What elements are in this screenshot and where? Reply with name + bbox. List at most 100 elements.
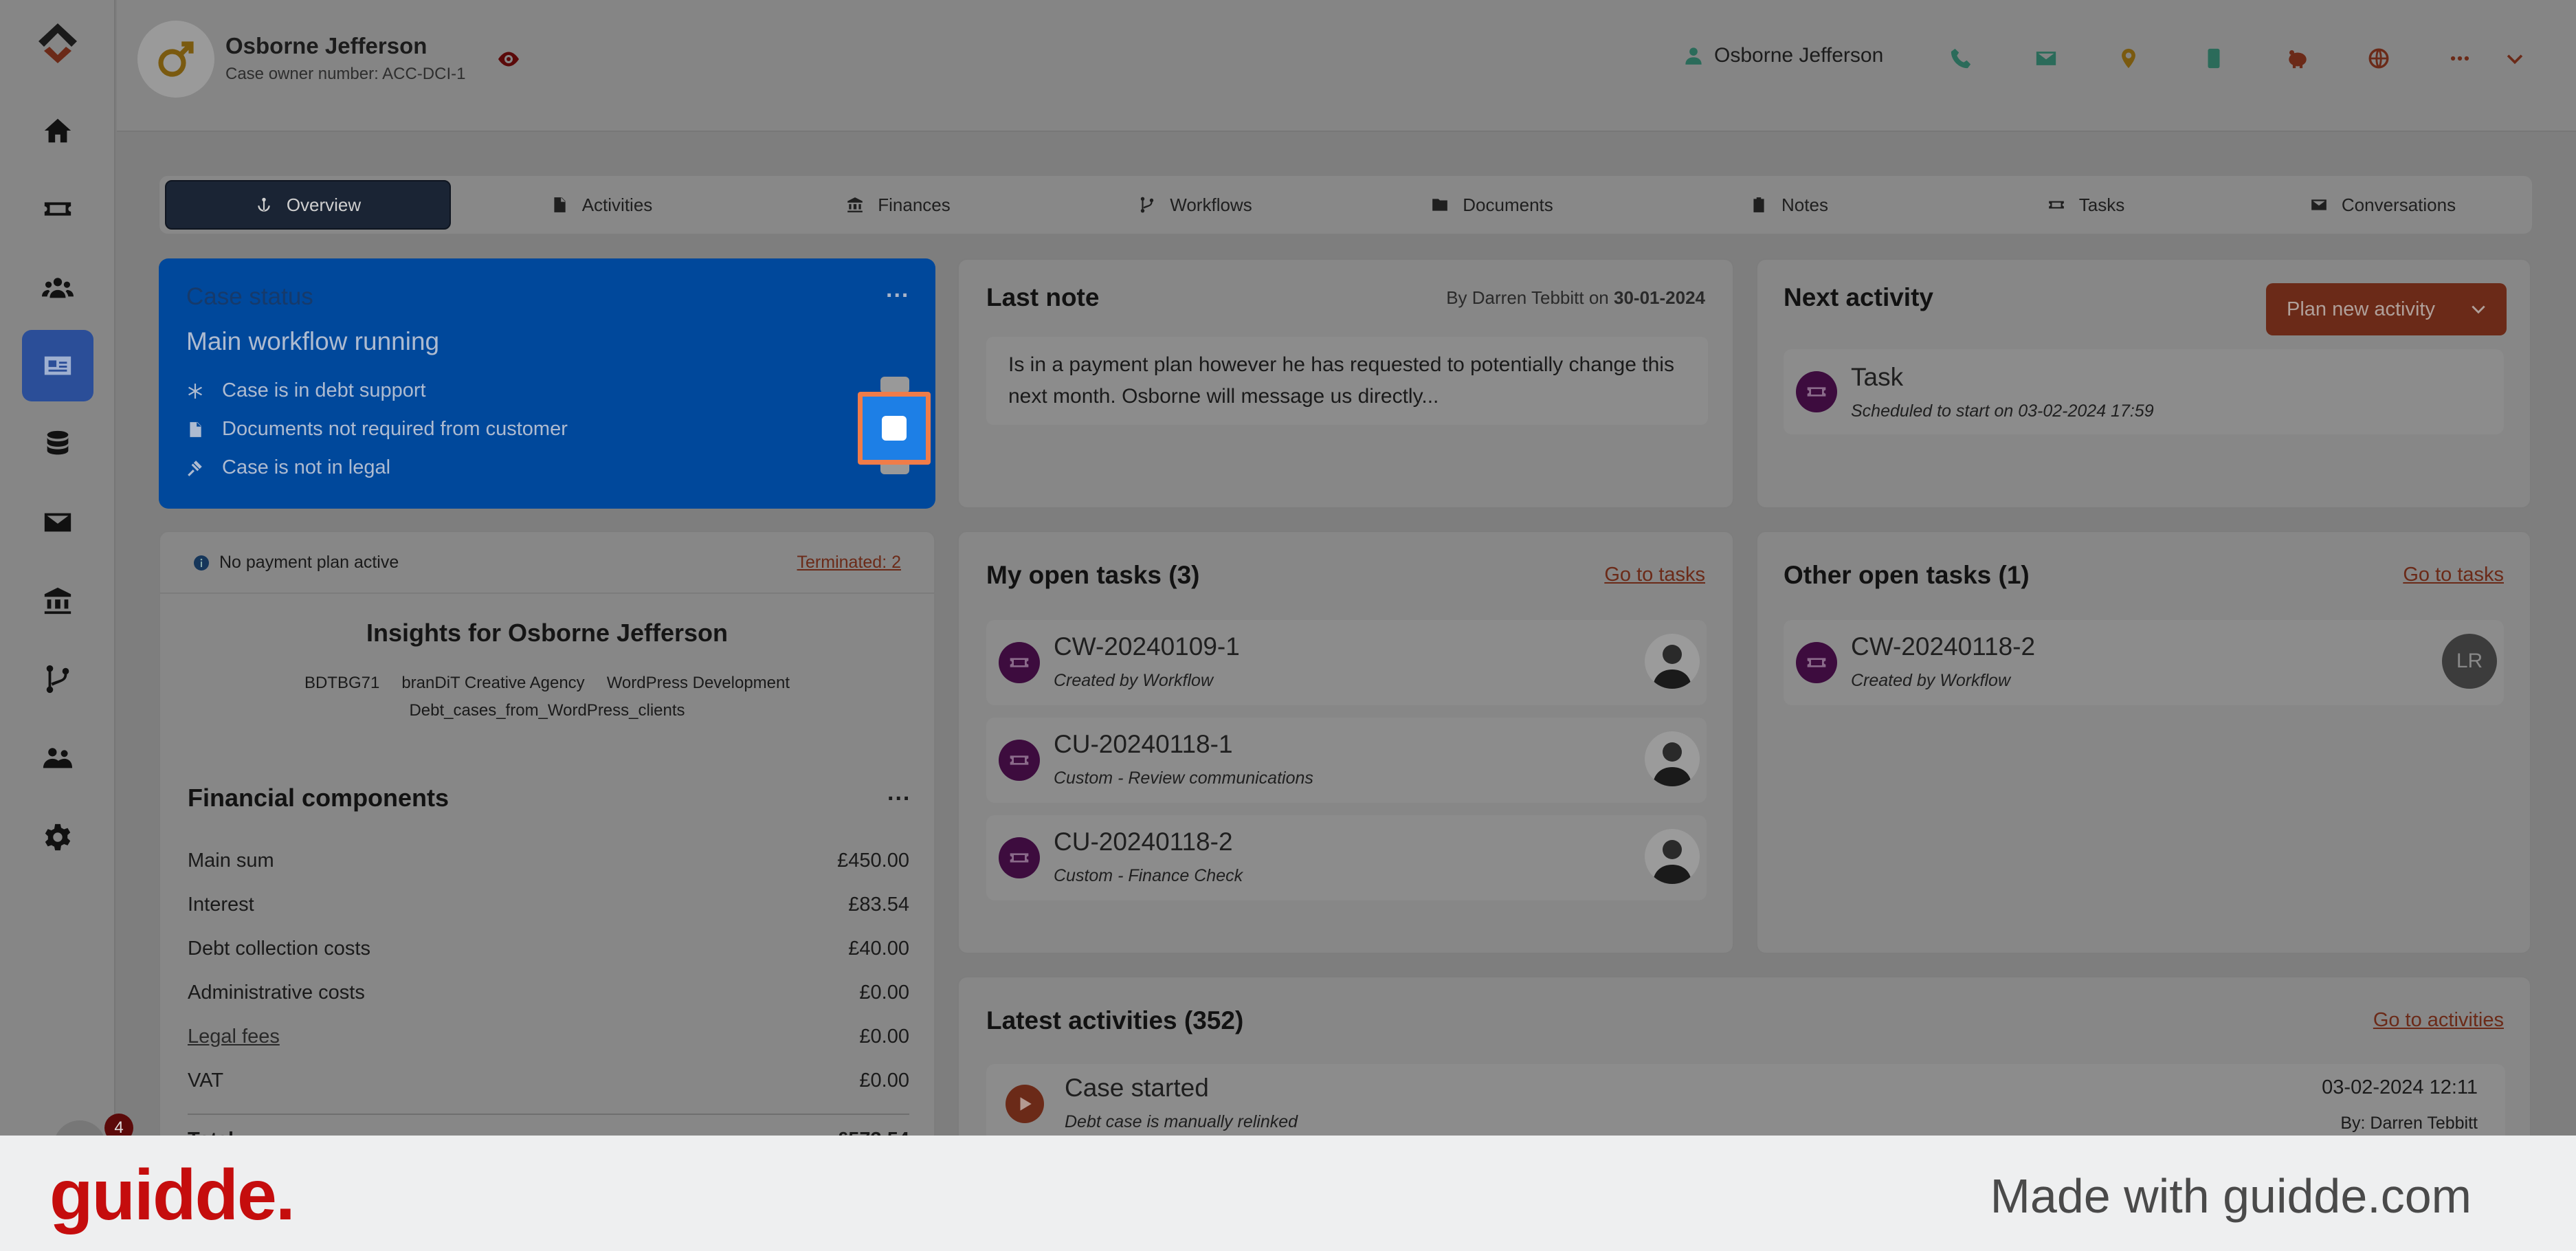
plan-new-activity-button[interactable]: Plan new activity bbox=[2266, 283, 2507, 335]
chat-badge: 4 bbox=[104, 1114, 133, 1136]
status-row-debt-support: Case is in debt support bbox=[186, 379, 426, 402]
financial-row-label: VAT bbox=[188, 1070, 224, 1092]
sidebar-item-customers[interactable] bbox=[22, 252, 93, 323]
financial-row-value: £0.00 bbox=[859, 1026, 909, 1048]
go-to-activities-link[interactable]: Go to activities bbox=[2373, 1009, 2504, 1032]
guidde-logo: guidde. bbox=[49, 1155, 296, 1235]
sidebar-item-settings[interactable] bbox=[22, 801, 93, 873]
task-id: CU-20240118-2 bbox=[1054, 828, 1233, 856]
sidebar-item-teams[interactable] bbox=[22, 722, 93, 793]
sidebar-item-finance[interactable] bbox=[22, 565, 93, 636]
insight-tag[interactable]: Debt_cases_from_WordPress_clients bbox=[409, 701, 685, 720]
toggle-debt-support[interactable] bbox=[880, 377, 909, 393]
financial-total-row: Total £573.54 bbox=[188, 1129, 909, 1136]
eye-icon[interactable] bbox=[496, 47, 521, 71]
insight-tags-row-1: BDTBG71 branDiT Creative Agency WordPres… bbox=[160, 674, 934, 693]
phone-button[interactable] bbox=[1948, 45, 1974, 71]
ellipsis-icon bbox=[2450, 56, 2469, 61]
tab-tasks-label: Tasks bbox=[2078, 194, 2125, 215]
divider bbox=[188, 1114, 909, 1115]
case-status-menu-button[interactable]: ... bbox=[886, 276, 909, 303]
financial-row-value: £40.00 bbox=[848, 938, 909, 960]
more-options-button[interactable] bbox=[2447, 45, 2473, 71]
tab-conversations-label: Conversations bbox=[2341, 194, 2456, 215]
sidebar: 4 bbox=[0, 0, 133, 1136]
financial-total-value: £573.54 bbox=[837, 1129, 909, 1136]
sidebar-item-database[interactable] bbox=[22, 408, 93, 480]
case-owner[interactable]: Osborne Jefferson bbox=[1684, 44, 1883, 67]
tab-overview-label: Overview bbox=[286, 194, 362, 215]
highlighted-toggle[interactable] bbox=[858, 392, 931, 465]
tab-notes[interactable]: Notes bbox=[1643, 180, 1935, 230]
customer-name: Osborne Jefferson bbox=[225, 33, 428, 58]
phone-icon bbox=[1951, 48, 1971, 69]
financial-row-label: Administrative costs bbox=[188, 982, 365, 1004]
ticket-icon bbox=[1010, 853, 1029, 863]
app-logo-icon[interactable] bbox=[34, 21, 81, 67]
tab-activities-label: Activities bbox=[581, 194, 653, 215]
divider bbox=[160, 593, 934, 594]
task-type-icon bbox=[1796, 642, 1837, 683]
tab-conversations[interactable]: Conversations bbox=[2236, 180, 2529, 230]
insight-tag[interactable]: WordPress Development bbox=[607, 674, 790, 693]
sidebar-item-workflows[interactable] bbox=[22, 643, 93, 715]
bank-icon bbox=[847, 197, 863, 212]
activity-date: 03-02-2024 12:11 bbox=[2322, 1076, 2478, 1098]
anchor-icon bbox=[258, 197, 270, 212]
last-note-date: 30-01-2024 bbox=[1614, 287, 1705, 308]
financial-row-label: Debt collection costs bbox=[188, 938, 370, 960]
sidebar-item-home[interactable] bbox=[22, 95, 93, 166]
insight-tags-row-2: Debt_cases_from_WordPress_clients bbox=[160, 701, 934, 720]
task-row[interactable]: CU-20240118-2 Custom - Finance Check bbox=[986, 815, 1707, 900]
info-icon bbox=[194, 555, 209, 571]
location-button[interactable] bbox=[2116, 45, 2142, 71]
case-status-main: Main workflow running bbox=[186, 327, 440, 355]
insight-tag[interactable]: BDTBG71 bbox=[304, 674, 379, 693]
financial-components-title: Financial components bbox=[188, 784, 449, 812]
go-to-tasks-link[interactable]: Go to tasks bbox=[1604, 564, 1705, 586]
sidebar-item-tickets[interactable] bbox=[22, 173, 93, 245]
task-sub: Custom - Finance Check bbox=[1054, 866, 1243, 885]
insight-tag[interactable]: branDiT Creative Agency bbox=[401, 674, 584, 693]
task-type-icon bbox=[999, 740, 1040, 781]
owner-name: Osborne Jefferson bbox=[1714, 44, 1884, 67]
sidebar-item-cases[interactable] bbox=[22, 330, 93, 401]
legal-fees-link[interactable]: Legal fees bbox=[188, 1026, 280, 1048]
tab-tasks[interactable]: Tasks bbox=[1940, 180, 2232, 230]
home-icon bbox=[44, 118, 71, 143]
go-to-tasks-link[interactable]: Go to tasks bbox=[2403, 564, 2504, 586]
next-activity-item-title: Task bbox=[1851, 363, 1904, 391]
person-avatar-icon bbox=[1653, 645, 1691, 689]
tab-overview[interactable]: Overview bbox=[165, 180, 451, 230]
tab-workflows[interactable]: Workflows bbox=[1049, 180, 1342, 230]
website-button[interactable] bbox=[2366, 45, 2392, 71]
status-row-documents: Documents not required from customer bbox=[186, 418, 568, 441]
last-note-title: Last note bbox=[986, 283, 1100, 311]
expand-header-button[interactable] bbox=[2502, 45, 2528, 71]
terminated-link[interactable]: Terminated: 2 bbox=[797, 553, 901, 573]
chat-bubble-button[interactable] bbox=[54, 1120, 106, 1136]
tab-activities[interactable]: Activities bbox=[455, 180, 748, 230]
tab-documents[interactable]: Documents bbox=[1346, 180, 1639, 230]
tab-finances[interactable]: Finances bbox=[752, 180, 1045, 230]
gear-icon bbox=[45, 823, 71, 851]
task-sub: Created by Workflow bbox=[1851, 671, 2011, 690]
activity-row[interactable]: Case started Debt case is manually relin… bbox=[986, 1064, 2505, 1136]
activity-by: By: Darren Tebbitt bbox=[2340, 1114, 2478, 1133]
task-row[interactable]: CU-20240118-1 Custom - Review communicat… bbox=[986, 718, 1707, 803]
savings-button[interactable] bbox=[2285, 45, 2311, 71]
next-activity-card: Next activity Plan new activity Task Sch… bbox=[1756, 258, 2531, 509]
financial-menu-button[interactable]: ... bbox=[887, 779, 911, 806]
case-status-title: Case status bbox=[186, 283, 313, 310]
task-row[interactable]: CW-20240118-2 Created by Workflow LR bbox=[1784, 620, 2504, 705]
tab-documents-label: Documents bbox=[1463, 194, 1553, 215]
payment-plan-status: No payment plan active bbox=[193, 553, 399, 573]
task-row[interactable]: CW-20240109-1 Created by Workflow bbox=[986, 620, 1707, 705]
male-symbol-icon bbox=[158, 41, 194, 77]
database-icon bbox=[47, 430, 69, 455]
next-activity-item[interactable]: Task Scheduled to start on 03-02-2024 17… bbox=[1784, 349, 2504, 434]
email-button[interactable] bbox=[2033, 45, 2059, 71]
sidebar-item-messages[interactable] bbox=[22, 487, 93, 558]
last-note-text[interactable]: Is in a payment plan however he has requ… bbox=[986, 337, 1708, 425]
mobile-button[interactable] bbox=[2201, 45, 2227, 71]
